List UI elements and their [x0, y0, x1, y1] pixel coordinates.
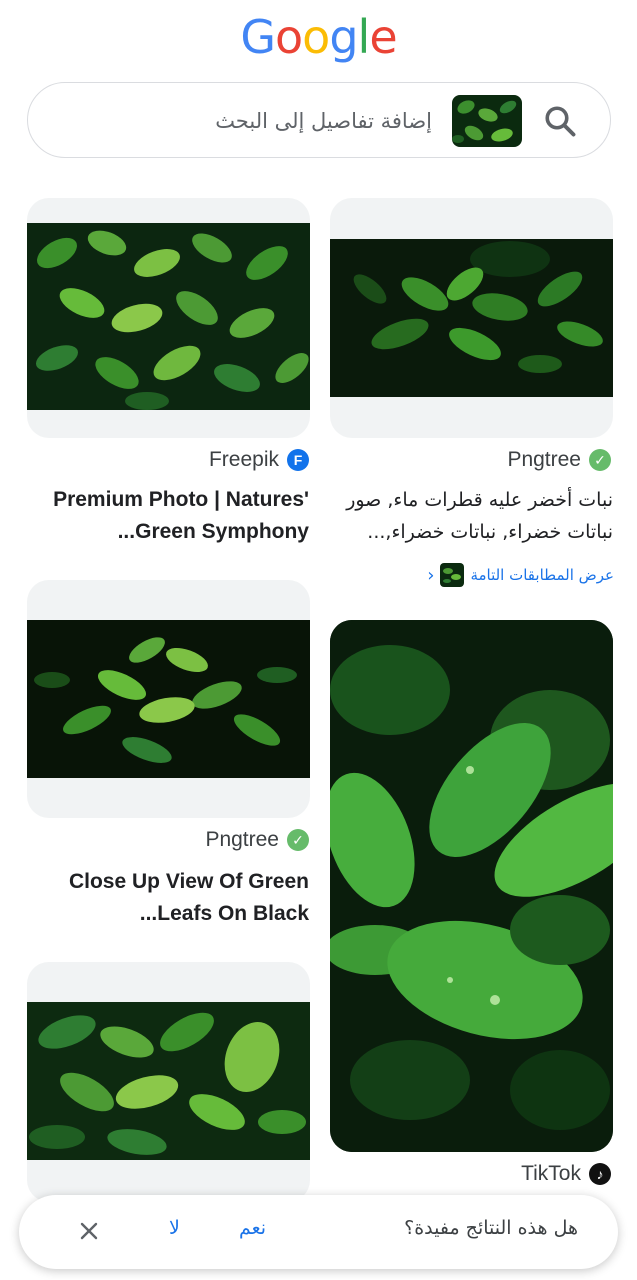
- result-card-2-image[interactable]: [27, 223, 310, 410]
- query-image-thumbnail[interactable]: [452, 95, 522, 147]
- pngtree-icon: ✓: [589, 449, 611, 471]
- close-icon[interactable]: [77, 1219, 101, 1243]
- logo-letter-g2: g: [329, 10, 358, 64]
- result-card-1-title[interactable]: نبات أخضر عليه قطرات ماء, صور نباتات خضر…: [323, 484, 613, 548]
- feedback-bar: هل هذه النتائج مفيدة؟ نعم لا: [19, 1195, 618, 1269]
- result-card-1-image[interactable]: [330, 239, 613, 397]
- tiktok-icon: ♪: [589, 1163, 611, 1185]
- result-card-2-image-frame[interactable]: [27, 198, 310, 438]
- result-card-2-source[interactable]: F Freepik: [209, 448, 309, 472]
- source-label: TikTok: [521, 1162, 581, 1185]
- search-bar[interactable]: [27, 82, 611, 158]
- result-card-2-title[interactable]: Premium Photo | Natures' Green Symphony.…: [19, 484, 309, 548]
- result-card-3-title[interactable]: Close Up View Of Green Leafs On Black...: [19, 866, 309, 930]
- result-card-3-image[interactable]: [27, 620, 310, 778]
- result-card-4-image[interactable]: [330, 620, 613, 1152]
- freepik-icon: F: [287, 449, 309, 471]
- exact-matches-label: عرض المطابقات التامة: [470, 566, 614, 584]
- result-card-1-source[interactable]: ✓ Pngtree: [507, 448, 611, 472]
- google-logo: Google: [0, 10, 637, 64]
- source-label: Pngtree: [507, 448, 581, 471]
- logo-letter-o1: o: [275, 10, 303, 64]
- result-card-5-image-frame[interactable]: [27, 962, 310, 1202]
- feedback-question: هل هذه النتائج مفيدة؟: [404, 1217, 578, 1239]
- logo-letter-g: G: [240, 10, 276, 64]
- result-card-3-source[interactable]: ✓ Pngtree: [205, 828, 309, 852]
- result-card-3-image-frame[interactable]: [27, 580, 310, 818]
- pngtree-icon: ✓: [287, 829, 309, 851]
- result-card-5-image[interactable]: [27, 1002, 310, 1160]
- result-card-1-image-frame[interactable]: [330, 198, 613, 438]
- exact-matches-link[interactable]: عرض المطابقات التامة ‹: [400, 560, 614, 590]
- exact-matches-thumbnail: [440, 563, 465, 587]
- logo-letter-l: l: [357, 10, 371, 64]
- feedback-no-button[interactable]: لا: [169, 1217, 180, 1239]
- result-card-4-image-frame[interactable]: [330, 620, 613, 1152]
- logo-letter-o2: o: [302, 10, 330, 64]
- chevron-right-icon: ‹: [427, 564, 435, 586]
- search-input[interactable]: [132, 105, 432, 137]
- result-card-4-source[interactable]: ♪ TikTok: [521, 1162, 611, 1186]
- logo-letter-e: e: [369, 10, 397, 64]
- search-icon[interactable]: [542, 103, 578, 139]
- source-label: Freepik: [208, 448, 279, 471]
- source-label: Pngtree: [205, 828, 279, 851]
- feedback-yes-button[interactable]: نعم: [239, 1217, 266, 1239]
